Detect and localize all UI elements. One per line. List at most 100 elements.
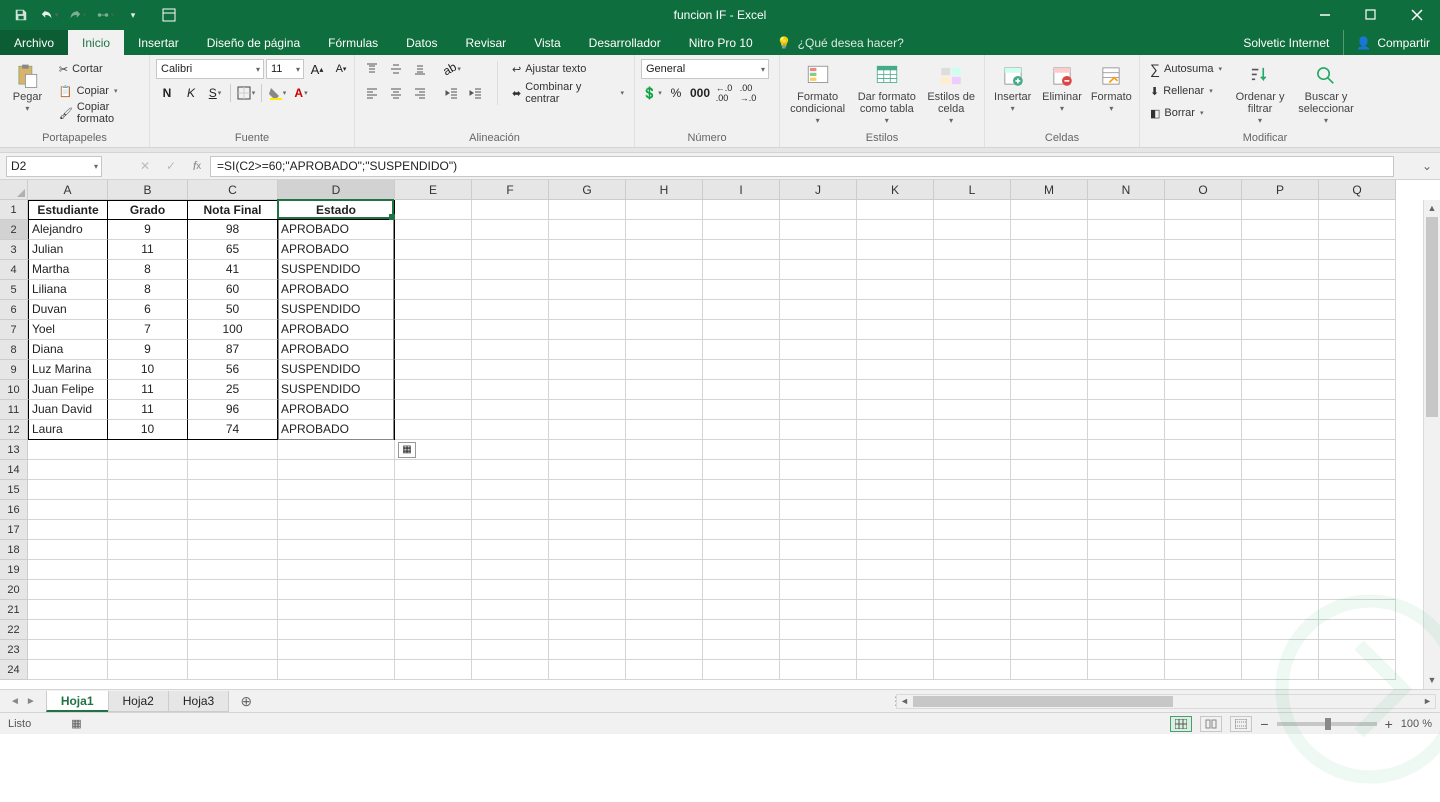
cell[interactable] bbox=[395, 580, 472, 600]
cell[interactable] bbox=[1088, 660, 1165, 680]
maximize-button[interactable] bbox=[1348, 0, 1394, 30]
cell[interactable] bbox=[1242, 360, 1319, 380]
font-color-button[interactable]: A▾ bbox=[290, 83, 312, 103]
cell[interactable] bbox=[1165, 400, 1242, 420]
cell[interactable] bbox=[1088, 380, 1165, 400]
cell[interactable] bbox=[703, 520, 780, 540]
cell[interactable] bbox=[28, 620, 108, 640]
cell[interactable] bbox=[626, 420, 703, 440]
cell[interactable] bbox=[188, 660, 278, 680]
cell[interactable] bbox=[1242, 260, 1319, 280]
cell[interactable] bbox=[1088, 620, 1165, 640]
share-button[interactable]: 👤 Compartir bbox=[1343, 30, 1430, 55]
cell[interactable] bbox=[626, 480, 703, 500]
qat-customize-icon[interactable]: ▾ bbox=[120, 3, 146, 27]
row-header[interactable]: 8 bbox=[0, 340, 28, 360]
bold-button[interactable]: N bbox=[156, 83, 178, 103]
cell[interactable] bbox=[626, 640, 703, 660]
cell[interactable]: Estudiante bbox=[28, 200, 108, 220]
column-header[interactable]: G bbox=[549, 180, 626, 200]
cell[interactable] bbox=[472, 440, 549, 460]
cell[interactable]: 8 bbox=[108, 280, 188, 300]
cell[interactable] bbox=[188, 540, 278, 560]
cell[interactable] bbox=[1165, 420, 1242, 440]
cell[interactable] bbox=[549, 540, 626, 560]
cell[interactable] bbox=[934, 660, 1011, 680]
cell[interactable]: Julian bbox=[28, 240, 108, 260]
tab-inicio[interactable]: Inicio bbox=[68, 30, 124, 55]
cell[interactable] bbox=[1088, 300, 1165, 320]
conditional-format-button[interactable]: Formato condicional▾ bbox=[786, 59, 849, 126]
cell[interactable] bbox=[1319, 200, 1396, 220]
sheet-tab[interactable]: Hoja2 bbox=[108, 691, 169, 712]
cell[interactable] bbox=[934, 540, 1011, 560]
cell[interactable] bbox=[472, 320, 549, 340]
enter-formula-icon[interactable]: ✓ bbox=[158, 156, 184, 177]
cell[interactable] bbox=[1088, 240, 1165, 260]
cell[interactable] bbox=[549, 500, 626, 520]
cell[interactable] bbox=[857, 500, 934, 520]
cell[interactable] bbox=[703, 480, 780, 500]
cell[interactable] bbox=[1165, 480, 1242, 500]
cell[interactable] bbox=[28, 480, 108, 500]
row-header[interactable]: 16 bbox=[0, 500, 28, 520]
cell[interactable] bbox=[1165, 600, 1242, 620]
cell[interactable] bbox=[1319, 280, 1396, 300]
cell[interactable] bbox=[1242, 460, 1319, 480]
cell[interactable] bbox=[1088, 360, 1165, 380]
cell[interactable] bbox=[472, 640, 549, 660]
cell[interactable] bbox=[549, 240, 626, 260]
cell[interactable] bbox=[1319, 220, 1396, 240]
cell[interactable] bbox=[1011, 500, 1088, 520]
cell[interactable] bbox=[549, 560, 626, 580]
cell[interactable] bbox=[626, 440, 703, 460]
cell[interactable] bbox=[472, 600, 549, 620]
cell[interactable] bbox=[626, 500, 703, 520]
ribbon-display-options-icon[interactable] bbox=[146, 0, 192, 30]
scroll-left-icon[interactable]: ◄ bbox=[897, 695, 912, 708]
cell[interactable] bbox=[1319, 460, 1396, 480]
cell[interactable] bbox=[1242, 400, 1319, 420]
cell[interactable]: SUSPENDIDO bbox=[278, 380, 395, 400]
row-header[interactable]: 20 bbox=[0, 580, 28, 600]
cell[interactable] bbox=[934, 460, 1011, 480]
cell[interactable] bbox=[703, 460, 780, 480]
borders-button[interactable]: ▾ bbox=[235, 83, 257, 103]
cell[interactable] bbox=[549, 380, 626, 400]
cell[interactable] bbox=[1165, 540, 1242, 560]
column-header[interactable]: I bbox=[703, 180, 780, 200]
cell[interactable] bbox=[1242, 520, 1319, 540]
cell[interactable] bbox=[1088, 200, 1165, 220]
cell[interactable] bbox=[549, 260, 626, 280]
cell[interactable] bbox=[1011, 280, 1088, 300]
cell[interactable] bbox=[1319, 540, 1396, 560]
cell[interactable] bbox=[278, 580, 395, 600]
cell[interactable] bbox=[108, 580, 188, 600]
sort-filter-button[interactable]: Ordenar y filtrar▾ bbox=[1232, 59, 1288, 126]
sheet-tab[interactable]: Hoja3 bbox=[168, 691, 229, 712]
cell[interactable] bbox=[934, 220, 1011, 240]
cell[interactable] bbox=[188, 620, 278, 640]
paste-button[interactable]: Pegar▾ bbox=[6, 59, 49, 114]
column-header[interactable]: B bbox=[108, 180, 188, 200]
percent-format-icon[interactable]: % bbox=[665, 83, 687, 103]
cell[interactable]: 74 bbox=[188, 420, 278, 440]
cell[interactable] bbox=[472, 220, 549, 240]
cell[interactable] bbox=[934, 620, 1011, 640]
cell[interactable] bbox=[934, 480, 1011, 500]
font-name-combo[interactable]: Calibri▾ bbox=[156, 59, 264, 79]
cell[interactable] bbox=[780, 340, 857, 360]
save-icon[interactable] bbox=[8, 3, 34, 27]
number-format-combo[interactable]: General▾ bbox=[641, 59, 769, 79]
cell[interactable] bbox=[857, 520, 934, 540]
cell[interactable] bbox=[703, 660, 780, 680]
cell[interactable] bbox=[780, 580, 857, 600]
cut-button[interactable]: ✂Cortar bbox=[55, 59, 143, 79]
cell[interactable] bbox=[395, 240, 472, 260]
cell[interactable] bbox=[1011, 560, 1088, 580]
redo-icon[interactable]: ▾ bbox=[64, 3, 90, 27]
cell[interactable] bbox=[395, 260, 472, 280]
cell[interactable] bbox=[108, 640, 188, 660]
cell[interactable] bbox=[1165, 280, 1242, 300]
cell[interactable]: APROBADO bbox=[278, 240, 395, 260]
